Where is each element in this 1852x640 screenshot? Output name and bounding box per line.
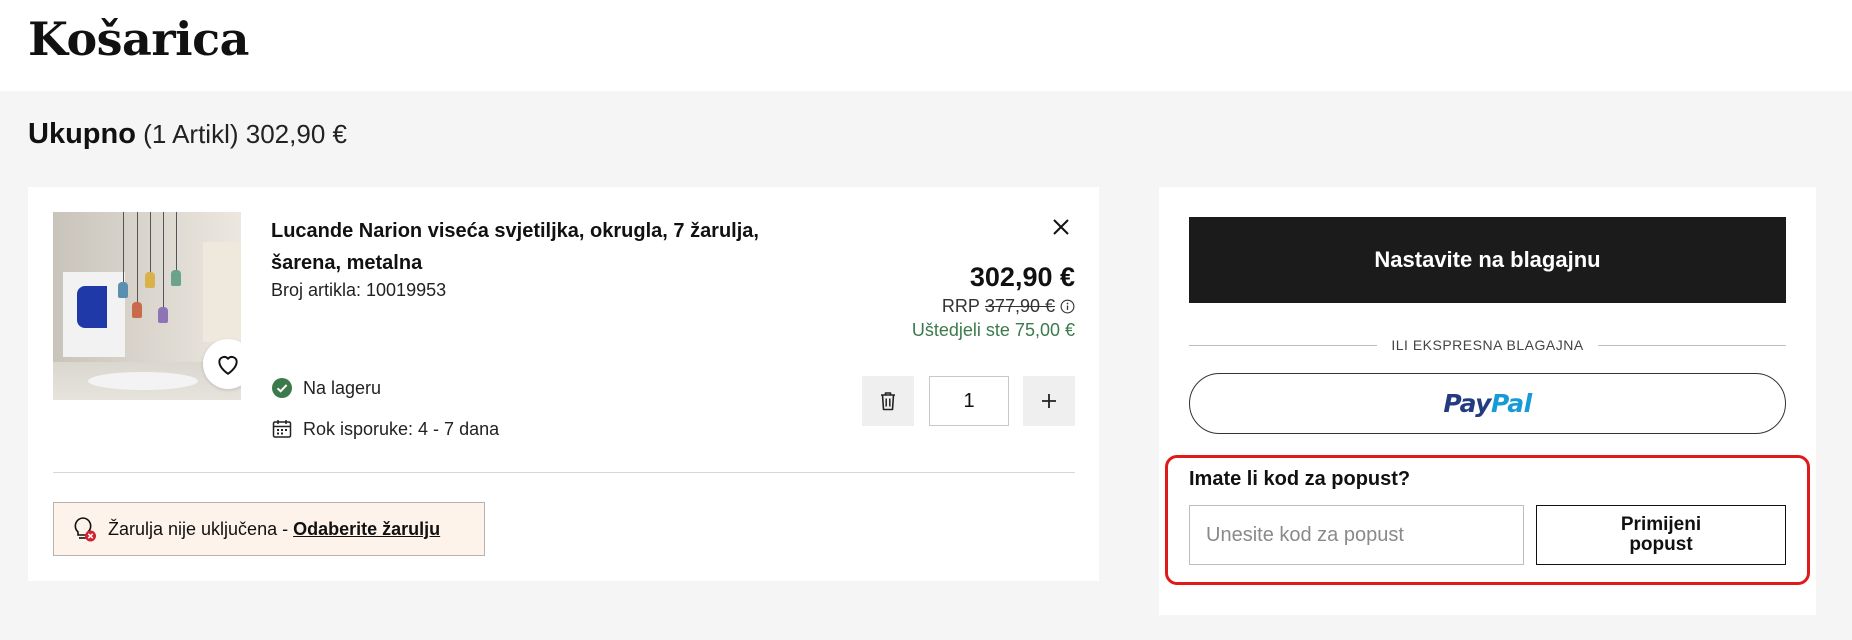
product-name[interactable]: Lucande Narion viseća svjetiljka, okrugl… [271,215,791,279]
card-divider [53,472,1075,473]
lamp-cord [137,212,138,302]
product-rrp: RRP 377,90 € [942,296,1075,317]
stock-status: Na lageru [271,377,381,399]
lamp-cord [150,212,151,272]
info-icon[interactable] [1060,299,1075,314]
savings-text: Uštedjeli ste 75,00 € [911,320,1075,340]
page-header: Košarica [0,0,1852,91]
bulb-notice-text: Žarulja nije uključena - Odaberite žarul… [108,519,440,540]
page-title: Košarica [28,12,249,66]
bulb-notice: Žarulja nije uključena - Odaberite žarul… [53,502,485,556]
heart-icon [218,356,238,375]
totals-count: (1 Artikl) [143,119,239,149]
divider-line [1189,344,1378,346]
apply-promo-button[interactable]: Primijeni popust [1536,505,1786,565]
express-checkout-divider: ILI EKSPRESNA BLAGAJNA [1189,335,1787,355]
wishlist-button[interactable] [203,339,241,389]
cart-totals: Ukupno (1 Artikl) 302,90 € [28,118,347,151]
plus-icon [1042,394,1056,408]
product-image-table [88,372,198,390]
bulb-missing-icon [74,517,96,542]
lamp-cord [123,212,124,282]
rrp-old-price: 377,90 € [984,296,1055,316]
lamp-shade [171,270,181,286]
delivery-time: Rok isporuke: 4 - 7 dana [271,418,499,440]
totals-amount: 302,90 € [245,119,347,149]
apply-promo-label: Primijeni popust [1620,514,1702,555]
lamp-shade [118,282,128,298]
promo-code-input[interactable] [1189,505,1524,565]
promo-code-title: Imate li kod za popust? [1189,468,1411,490]
paypal-logo-part1: Pay [1443,389,1491,418]
totals-label: Ukupno [28,118,136,150]
choose-bulb-link[interactable]: Odaberite žarulju [293,519,440,539]
divider-line [1597,344,1787,346]
paypal-logo-part2: Pal [1490,389,1532,418]
bulb-notice-label: Žarulja nije uključena - [108,518,294,539]
lamp-cord [163,212,164,307]
remove-item-button[interactable] [1048,214,1074,240]
close-icon [1053,219,1069,235]
cart-item-card: Lucande Narion viseća svjetiljka, okrugl… [28,187,1099,581]
lamp-cord [176,212,177,277]
check-circle-icon [272,378,292,398]
order-summary-card: Nastavite na blagajnu ILI EKSPRESNA BLAG… [1159,187,1816,615]
product-image-artwork-right [203,242,241,342]
stock-label: Na lageru [303,377,382,398]
product-price: 302,90 € [969,262,1075,292]
delete-item-button[interactable] [862,376,914,426]
product-image[interactable] [53,212,241,400]
product-image-artwork [63,272,125,357]
product-sku: Broj artikla: 10019953 [271,280,447,300]
paypal-button[interactable]: Pay Pal [1189,373,1786,434]
quantity-input[interactable]: 1 [929,376,1009,426]
checkout-button[interactable]: Nastavite na blagajnu [1189,217,1786,303]
lamp-shade [158,307,168,323]
trash-icon [881,392,895,411]
lamp-shade [145,272,155,288]
calendar-icon [272,420,292,438]
express-checkout-label: ILI EKSPRESNA BLAGAJNA [1391,337,1584,353]
increase-quantity-button[interactable] [1023,376,1075,426]
lamp-shade [132,302,142,318]
rrp-label: RRP [941,296,980,316]
delivery-label: Rok isporuke: 4 - 7 dana [303,418,500,439]
